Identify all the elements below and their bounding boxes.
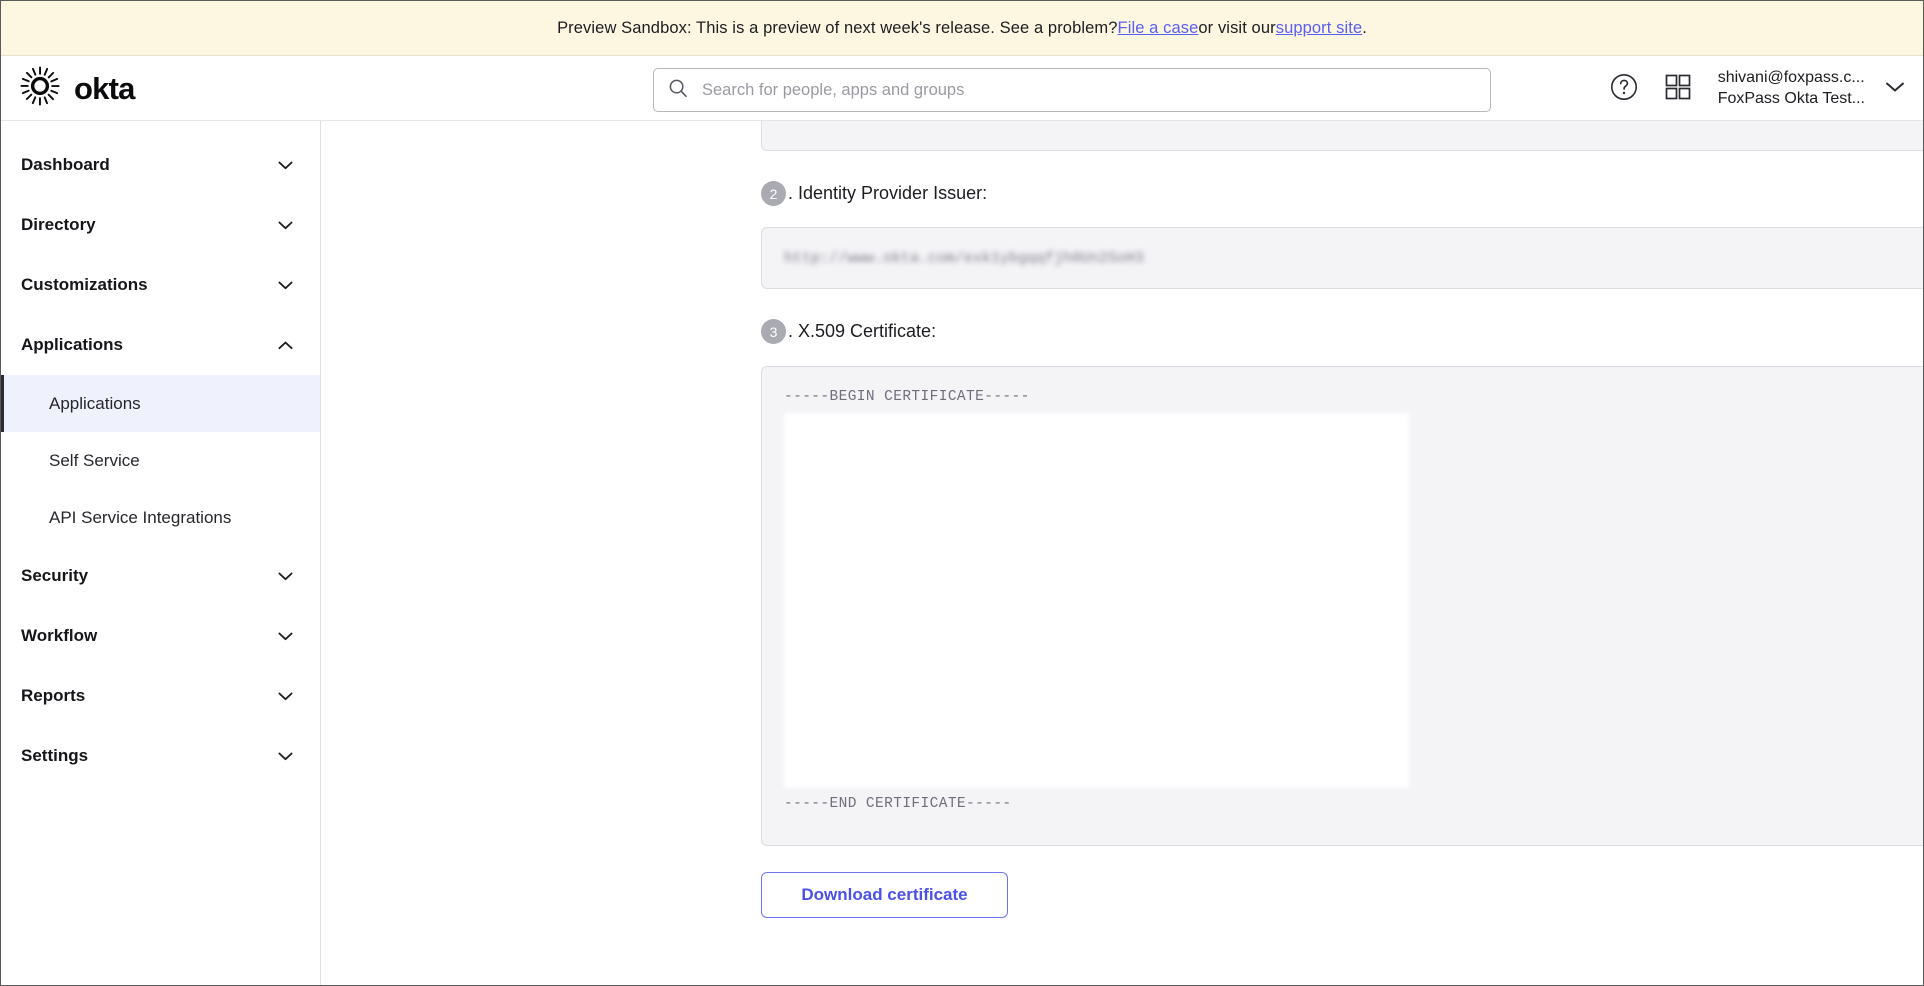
- step-3-heading: 3 . X.509 Certificate:: [761, 319, 1923, 344]
- sidebar-item-self-service[interactable]: Self Service: [1, 432, 320, 489]
- sidebar-item-label: Applications: [49, 393, 141, 413]
- saml-setup-instructions: 2 . Identity Provider Issuer: http://www…: [761, 121, 1923, 918]
- app-switcher-button[interactable]: [1662, 73, 1694, 105]
- sidebar-item-settings[interactable]: Settings: [1, 726, 320, 786]
- sidebar-item-applications[interactable]: Applications: [1, 375, 320, 432]
- apps-grid-icon: [1663, 72, 1693, 105]
- top-header-bar: okta Search for people, apps and groups …: [1, 56, 1923, 121]
- question-circle-icon: [1609, 72, 1639, 105]
- header-right-cluster: shivani@foxpass.c... FoxPass Okta Test..…: [1608, 56, 1905, 121]
- search-input[interactable]: [700, 79, 1476, 101]
- user-org-name: FoxPass Okta Test...: [1717, 89, 1865, 107]
- banner-text-middle: or visit our: [1198, 18, 1276, 37]
- sidebar-item-label: Applications: [21, 335, 124, 354]
- chevron-down-icon: [278, 692, 293, 701]
- page-body: Dashboard Directory Customizations Appli…: [1, 121, 1923, 985]
- search-icon: [668, 78, 688, 103]
- chevron-down-icon: [278, 572, 293, 581]
- identity-provider-issuer-field[interactable]: http://www.okta.com/exk1ybgqqfjh0Un2SoH3: [761, 227, 1923, 289]
- sidebar-item-label: Dashboard: [21, 155, 110, 174]
- preview-sandbox-banner: Preview Sandbox: This is a preview of ne…: [1, 1, 1923, 56]
- x509-certificate-field[interactable]: -----BEGIN CERTIFICATE----- -----END CER…: [761, 366, 1923, 846]
- okta-wordmark: okta: [74, 70, 135, 106]
- download-certificate-button[interactable]: Download certificate: [761, 872, 1008, 918]
- step-2-heading: 2 . Identity Provider Issuer:: [761, 181, 1923, 206]
- step-number-badge: 3: [761, 319, 786, 344]
- banner-text-intro: Preview Sandbox: This is a preview of ne…: [557, 18, 1118, 37]
- sidebar-item-reports[interactable]: Reports: [1, 666, 320, 726]
- user-menu-toggle[interactable]: shivani@foxpass.c... FoxPass Okta Test..…: [1716, 68, 1905, 109]
- previous-field-readonly[interactable]: [761, 121, 1923, 151]
- certificate-body-redacted: [784, 413, 1409, 788]
- identity-provider-issuer-value: http://www.okta.com/exk1ybgqqfjh0Un2SoH3: [784, 249, 1145, 267]
- sidebar-item-label: Self Service: [49, 450, 140, 470]
- chevron-down-icon: [278, 752, 293, 761]
- sidebar-item-dashboard[interactable]: Dashboard: [1, 135, 320, 195]
- user-email: shivani@foxpass.c...: [1717, 69, 1865, 87]
- step-3-label: . X.509 Certificate:: [788, 321, 937, 341]
- sidebar-item-label: Customizations: [21, 275, 148, 294]
- okta-radial-burst-logo-icon: [19, 65, 61, 112]
- okta-brand-logo[interactable]: okta: [1, 65, 321, 112]
- chevron-down-icon: [278, 632, 293, 641]
- search-box[interactable]: [653, 68, 1491, 112]
- sidebar-item-security[interactable]: Security: [1, 546, 320, 606]
- help-button[interactable]: [1608, 73, 1640, 105]
- sidebar-item-api-service-integrations[interactable]: API Service Integrations: [1, 489, 320, 546]
- sidebar-item-label: API Service Integrations: [49, 507, 232, 527]
- sidebar-item-directory[interactable]: Directory: [1, 195, 320, 255]
- primary-sidebar: Dashboard Directory Customizations Appli…: [1, 121, 321, 985]
- sidebar-item-workflow[interactable]: Workflow: [1, 606, 320, 666]
- sidebar-item-label: Workflow: [21, 626, 98, 645]
- chevron-up-icon: [278, 341, 293, 350]
- banner-text-end: .: [1362, 18, 1367, 37]
- sidebar-item-label: Reports: [21, 686, 86, 705]
- main-content: 2 . Identity Provider Issuer: http://www…: [321, 121, 1923, 985]
- step-number-badge: 2: [761, 181, 786, 206]
- chevron-down-icon: [1885, 80, 1905, 98]
- sidebar-item-label: Security: [21, 566, 89, 585]
- chevron-down-icon: [278, 161, 293, 170]
- chevron-down-icon: [278, 281, 293, 290]
- user-identity: shivani@foxpass.c... FoxPass Okta Test..…: [1718, 68, 1865, 109]
- step-2-label: . Identity Provider Issuer:: [788, 183, 988, 203]
- browser-window: Preview Sandbox: This is a preview of ne…: [0, 0, 1924, 986]
- file-a-case-link[interactable]: File a case: [1118, 19, 1199, 38]
- chevron-down-icon: [278, 221, 293, 230]
- certificate-begin-line: -----BEGIN CERTIFICATE-----: [784, 389, 1030, 405]
- certificate-end-line: -----END CERTIFICATE-----: [784, 796, 1012, 812]
- sidebar-item-applications-group[interactable]: Applications: [1, 315, 320, 375]
- global-search[interactable]: [653, 68, 1491, 112]
- sidebar-item-customizations[interactable]: Customizations: [1, 255, 320, 315]
- support-site-link[interactable]: support site: [1276, 19, 1363, 38]
- sidebar-item-label: Settings: [21, 746, 89, 765]
- sidebar-item-label: Directory: [21, 215, 96, 234]
